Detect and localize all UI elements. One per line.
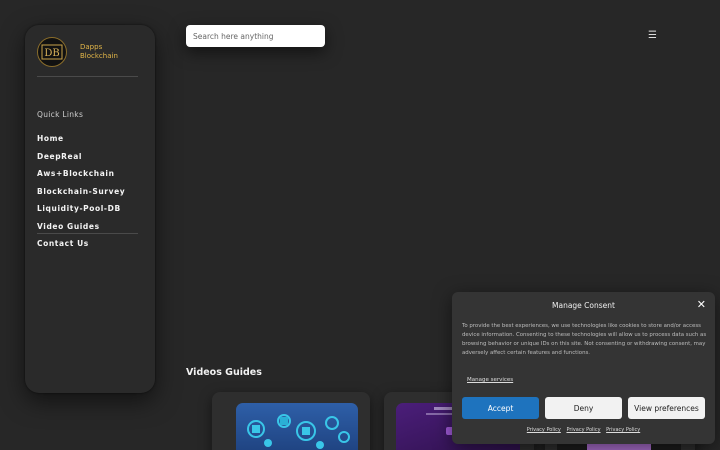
video-card-1[interactable] — [212, 392, 370, 450]
sidebar-divider-bottom — [37, 233, 138, 234]
sidebar-item-blockchain-survey[interactable]: Blockchain-Survey — [37, 187, 125, 205]
view-preferences-button[interactable]: View preferences — [628, 397, 705, 419]
hamburger-menu-icon[interactable]: ☰ — [648, 30, 657, 41]
logo-mark-icon: DB — [41, 44, 63, 60]
sidebar-item-deepreal[interactable]: DeepReal — [37, 152, 125, 170]
brand-line-2: Blockchain — [80, 52, 118, 60]
video-thumbnail-1 — [236, 403, 358, 450]
sidebar-item-video-guides[interactable]: Video Guides — [37, 222, 125, 240]
privacy-policy-link-1[interactable]: Privacy Policy — [527, 427, 561, 433]
privacy-policy-link-3[interactable]: Privacy Policy — [606, 427, 640, 433]
videos-section-title: Videos Guides — [186, 367, 262, 378]
sidebar-item-aws-blockchain[interactable]: Aws+Blockchain — [37, 169, 125, 187]
sidebar: DB Dapps Blockchain Quick Links Home Dee… — [25, 25, 155, 393]
brand-line-1: Dapps — [80, 43, 103, 51]
brand-logo: DB — [37, 37, 67, 67]
consent-body: To provide the best experiences, we use … — [462, 323, 707, 356]
deny-button[interactable]: Deny — [545, 397, 622, 419]
brand[interactable]: DB Dapps Blockchain — [37, 37, 118, 67]
sidebar-item-liquidity-pool-db[interactable]: Liquidity-Pool-DB — [37, 204, 125, 222]
consent-title: Manage Consent — [552, 301, 615, 310]
consent-dialog: Manage Consent ✕ To provide the best exp… — [452, 292, 715, 444]
quick-links-heading: Quick Links — [37, 110, 84, 119]
policy-links: Privacy Policy Privacy Policy Privacy Po… — [452, 427, 715, 433]
blockchain-gears-icon — [247, 414, 350, 449]
sidebar-item-contact-us[interactable]: Contact Us — [37, 239, 125, 257]
accept-button[interactable]: Accept — [462, 397, 539, 419]
sidebar-divider-top — [37, 76, 138, 77]
sidebar-nav: Home DeepReal Aws+Blockchain Blockchain-… — [37, 134, 125, 257]
manage-services-link[interactable]: Manage services — [467, 377, 513, 383]
svg-text:DB: DB — [44, 48, 59, 59]
brand-name: Dapps Blockchain — [80, 43, 118, 61]
privacy-policy-link-2[interactable]: Privacy Policy — [566, 427, 600, 433]
close-icon[interactable]: ✕ — [697, 298, 706, 311]
search-input[interactable] — [186, 25, 325, 47]
sidebar-item-home[interactable]: Home — [37, 134, 125, 152]
